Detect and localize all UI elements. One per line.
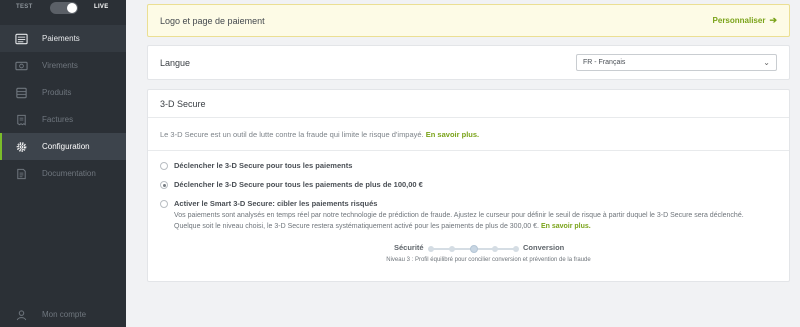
slider-thumb[interactable] <box>469 245 478 253</box>
logo-page-banner: Logo et page de paiement Personnaliser ➔ <box>147 4 790 37</box>
slider-caption: Niveau 3 : Profil équilibré pour concili… <box>386 257 591 263</box>
language-selected-value: FR - Français <box>583 59 626 66</box>
smart-learn-more-link[interactable]: En savoir plus. <box>541 223 591 230</box>
user-icon <box>14 309 28 321</box>
account-label: Mon compte <box>42 310 87 319</box>
switch-knob <box>67 3 77 13</box>
sidebar-item-documentation[interactable]: Documentation <box>0 160 126 187</box>
banknote-icon <box>14 60 28 72</box>
slider-left-label: Sécurité <box>394 243 424 252</box>
sidebar-item-label: Documentation <box>42 169 96 178</box>
option-smart-3d-secure[interactable]: Activer le Smart 3-D Secure: cibler les … <box>160 199 777 232</box>
3d-secure-title: 3-D Secure <box>148 90 789 118</box>
slider-stop <box>428 246 434 252</box>
radio-smart-3d-secure[interactable] <box>160 200 168 208</box>
radio-over-amount[interactable] <box>160 181 168 189</box>
3d-secure-options: Déclencher le 3-D Secure pour tous les p… <box>148 151 789 263</box>
sidebar-item-label: Produits <box>42 88 72 97</box>
chevron-down-icon: ⌄ <box>763 58 770 67</box>
learn-more-link[interactable]: En savoir plus. <box>426 130 479 139</box>
risk-slider[interactable] <box>428 245 519 253</box>
slider-stop <box>491 246 498 252</box>
slider-stop <box>449 246 456 252</box>
gear-icon <box>14 141 28 153</box>
3d-secure-card: 3-D Secure Le 3-D Secure est un outil de… <box>147 89 790 282</box>
sidebar-item-paiements[interactable]: Paiements <box>0 25 126 52</box>
test-mode-label: TEST <box>16 4 33 10</box>
smart-description-text: Vos paiements sont analysés en temps rée… <box>174 212 744 230</box>
smart-option-body: Activer le Smart 3-D Secure: cibler les … <box>174 199 754 232</box>
sidebar-item-label: Paiements <box>42 34 80 43</box>
option-label: Déclencher le 3-D Secure pour tous les p… <box>174 161 353 170</box>
sidebar-item-label: Configuration <box>42 142 90 151</box>
slider-right-label: Conversion <box>523 243 565 252</box>
sidebar-item-produits[interactable]: Produits <box>0 79 126 106</box>
mode-switch[interactable] <box>50 2 78 14</box>
risk-slider-row: Sécurité Conversion <box>160 241 777 255</box>
radio-all-payments[interactable] <box>160 162 168 170</box>
sidebar-item-factures[interactable]: Factures <box>0 106 126 133</box>
3d-secure-intro: Le 3-D Secure est un outil de lutte cont… <box>148 118 789 151</box>
sidebar-nav: Paiements Virements Produits Factures Co… <box>0 25 126 187</box>
banner-title: Logo et page de paiement <box>160 15 265 26</box>
sidebar-item-label: Virements <box>42 61 78 70</box>
live-mode-label: LIVE <box>94 4 109 10</box>
option-label: Déclencher le 3-D Secure pour tous les p… <box>174 180 423 189</box>
sidebar-item-virements[interactable]: Virements <box>0 52 126 79</box>
option-label: Activer le Smart 3-D Secure: cibler les … <box>174 199 378 208</box>
mode-toggle[interactable]: TEST LIVE <box>0 0 126 20</box>
sidebar-item-configuration[interactable]: Configuration <box>0 133 126 160</box>
language-card: Langue FR - Français ⌄ <box>147 45 790 80</box>
sidebar-item-label: Factures <box>42 115 74 124</box>
language-select[interactable]: FR - Français ⌄ <box>576 54 777 71</box>
slider-stop <box>513 246 519 252</box>
option-over-amount[interactable]: Déclencher le 3-D Secure pour tous les p… <box>160 180 777 190</box>
smart-description: Vos paiements sont analysés en temps rée… <box>174 210 754 232</box>
option-all-payments[interactable]: Déclencher le 3-D Secure pour tous les p… <box>160 161 777 171</box>
sidebar: TEST LIVE Paiements Virements Produits F… <box>0 0 126 327</box>
invoice-icon <box>14 114 28 126</box>
box-icon <box>14 87 28 99</box>
personnaliser-link[interactable]: Personnaliser ➔ <box>713 15 777 26</box>
personnaliser-label: Personnaliser <box>712 16 766 25</box>
document-icon <box>14 168 28 180</box>
arrow-right-icon: ➔ <box>769 15 777 25</box>
list-icon <box>14 33 28 45</box>
language-label: Langue <box>160 57 191 68</box>
intro-text: Le 3-D Secure est un outil de lutte cont… <box>160 129 424 139</box>
main-content: Logo et page de paiement Personnaliser ➔… <box>147 4 790 282</box>
sidebar-item-account[interactable]: Mon compte <box>0 302 126 327</box>
